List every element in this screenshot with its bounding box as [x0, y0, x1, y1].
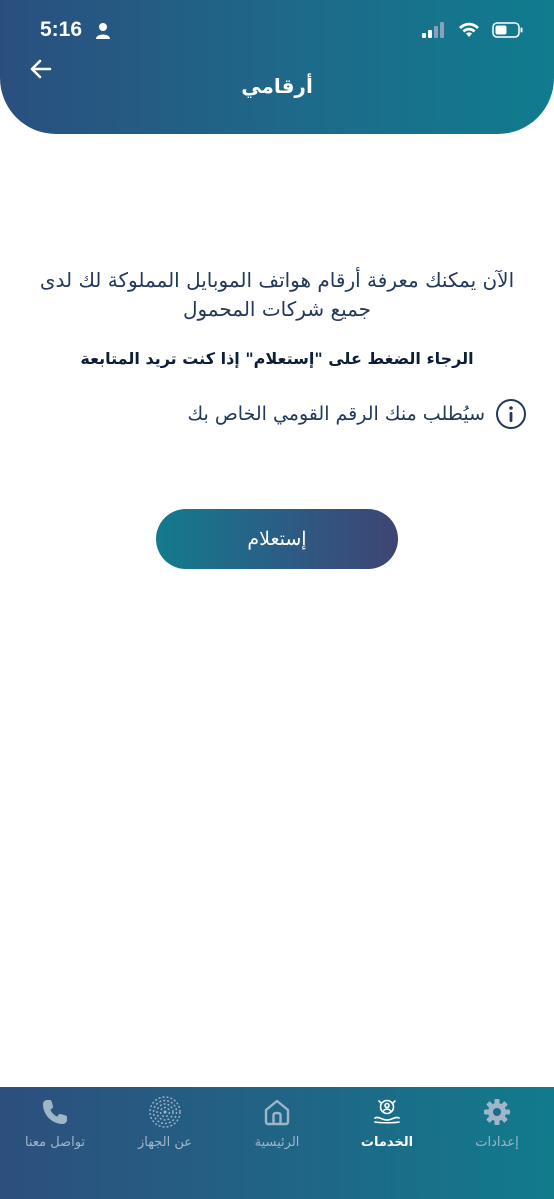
content: الآن يمكنك معرفة أرقام هواتف الموبايل ال…: [30, 266, 524, 368]
wifi-icon: [459, 22, 479, 37]
home-icon: [260, 1095, 294, 1129]
tab-contact-us[interactable]: تواصل معنا: [0, 1095, 110, 1165]
tab-services[interactable]: الخدمات: [332, 1095, 442, 1165]
instruction-text: الرجاء الضغط على "إستعلام" إذا كنت تريد …: [80, 349, 474, 368]
tab-home[interactable]: الرئيسية: [222, 1095, 332, 1165]
signal-icon: [422, 22, 444, 38]
header: 5:16 أرقامي: [0, 0, 554, 134]
phone-icon: [38, 1095, 72, 1129]
battery-icon: [492, 22, 523, 38]
page-title: أرقامي: [241, 74, 313, 98]
tab-label: الرئيسية: [254, 1135, 300, 1150]
status-icons: [422, 22, 524, 38]
intro-text: الآن يمكنك معرفة أرقام هواتف الموبايل ال…: [39, 268, 515, 321]
info-icon: [496, 399, 526, 429]
person-icon: [96, 23, 110, 39]
tab-label: إعدادات: [475, 1135, 519, 1150]
status-time: 5:16: [40, 18, 83, 41]
tab-settings[interactable]: إعدادات: [442, 1095, 552, 1165]
info-text: سيُطلب منك الرقم القومي الخاص بك: [187, 403, 486, 425]
services-icon: [370, 1095, 404, 1129]
gear-icon: [480, 1095, 514, 1129]
info-row: سيُطلب منك الرقم القومي الخاص بك: [188, 398, 528, 430]
bottom-tab-bar: إعدادات الخدمات الرئيسية عن الجهاز تواصل…: [0, 1087, 554, 1199]
tab-label: تواصل معنا: [24, 1135, 86, 1150]
fingerprint-icon: [148, 1095, 182, 1129]
app-screen: 5:16 أرقامي الآن يمكنك معرفة أرقام هواتف…: [0, 0, 554, 1199]
tab-about-device[interactable]: عن الجهاز: [110, 1095, 220, 1165]
inquiry-button[interactable]: إستعلام: [156, 509, 398, 569]
tab-label: عن الجهاز: [138, 1135, 192, 1150]
tab-label: الخدمات: [360, 1135, 414, 1150]
